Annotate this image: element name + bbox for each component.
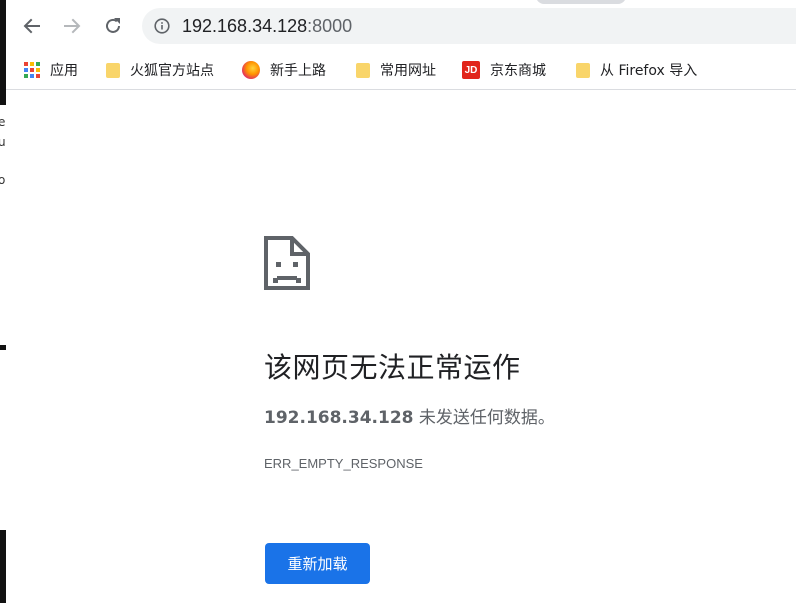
back-button[interactable] <box>16 10 48 42</box>
bookmark-label: 京东商城 <box>490 63 546 79</box>
folder-icon <box>106 62 120 78</box>
bookmark-getting-started[interactable]: 新手上路 <box>242 58 326 82</box>
bookmark-folder-common-sites[interactable]: 常用网址 <box>356 58 436 82</box>
error-title: 该网页无法正常运作 <box>264 351 521 384</box>
background-text: o <box>0 173 6 187</box>
error-code: ERR_EMPTY_RESPONSE <box>264 456 423 471</box>
firefox-icon <box>242 61 260 79</box>
bookmark-folder-firefox-official[interactable]: 火狐官方站点 <box>106 58 214 82</box>
bookmark-folder-import-firefox[interactable]: 从 Firefox 导入 <box>576 58 697 82</box>
forward-button[interactable] <box>56 10 88 42</box>
error-description: 192.168.34.128 未发送任何数据。 <box>264 406 555 430</box>
reload-button[interactable] <box>97 10 129 42</box>
apps-grid-icon <box>24 62 40 78</box>
bookmark-label: 火狐官方站点 <box>130 63 214 79</box>
sad-document-icon <box>264 236 310 290</box>
arrow-left-icon <box>23 18 40 34</box>
address-bar[interactable]: 192.168.34.128:8000 <box>142 8 796 44</box>
bookmark-apps[interactable]: 应用 <box>24 58 78 82</box>
url-text[interactable]: 192.168.34.128:8000 <box>182 15 352 37</box>
folder-icon <box>356 62 370 78</box>
bookmarks-bar: 应用 火狐官方站点 新手上路 常用网址 JD 京东商城 从 Firefox 导入 <box>6 52 796 90</box>
error-host: 192.168.34.128 <box>264 408 414 428</box>
arrow-right-icon <box>64 18 81 34</box>
url-host: 192.168.34.128 <box>182 16 308 36</box>
folder-icon <box>576 62 590 78</box>
background-window-edge: e u o <box>0 0 6 603</box>
url-port: :8000 <box>307 16 353 36</box>
browser-toolbar: 192.168.34.128:8000 <box>6 0 796 52</box>
reload-page-button[interactable]: 重新加载 <box>265 543 370 584</box>
bookmark-jd-mall[interactable]: JD 京东商城 <box>462 58 546 82</box>
bookmark-label: 应用 <box>50 63 78 79</box>
info-circle-icon[interactable] <box>154 18 170 34</box>
tab-strip-edge <box>536 0 626 4</box>
bookmark-label: 常用网址 <box>380 63 436 79</box>
error-message: 未发送任何数据。 <box>413 408 555 428</box>
background-text: e <box>0 115 6 129</box>
background-window-segment <box>0 350 6 530</box>
background-text: u <box>0 135 6 149</box>
jd-icon: JD <box>462 61 480 79</box>
bookmark-label: 新手上路 <box>270 63 326 79</box>
bookmark-label: 从 Firefox 导入 <box>600 63 698 79</box>
reload-icon <box>106 18 120 33</box>
